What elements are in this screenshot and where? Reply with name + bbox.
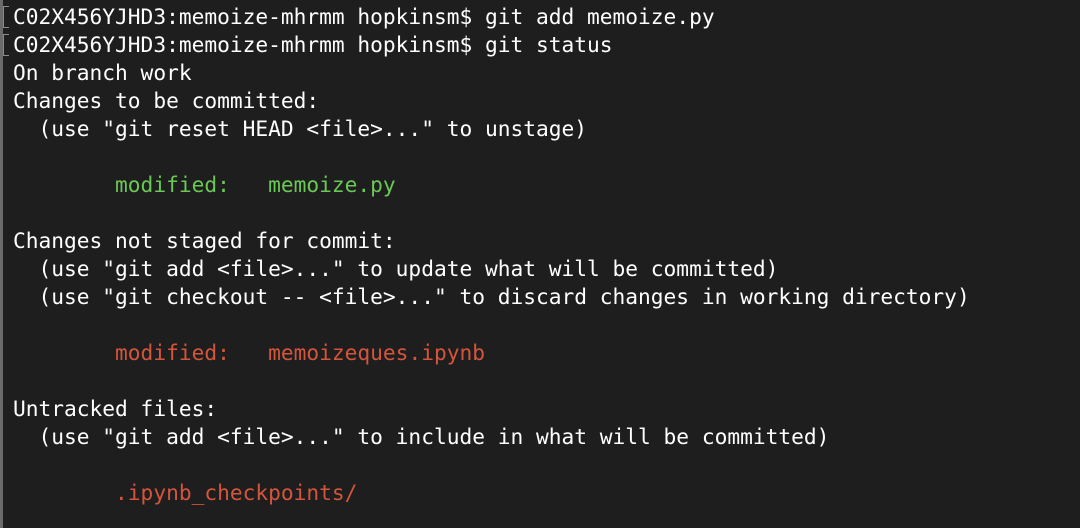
file-name: memoize.py [268, 172, 396, 197]
terminal-window[interactable]: C02X456YJHD3:memoize-mhrmm hopkinsm$ git… [0, 0, 1080, 528]
untracked-file-row: .ipynb_checkpoints/ [13, 480, 358, 505]
command-text: git status [472, 32, 613, 57]
shell-prompt: C02X456YJHD3:memoize-mhrmm hopkinsm$ [13, 32, 473, 57]
file-status: modified: [13, 340, 269, 365]
untracked-header: Untracked files: [13, 396, 218, 421]
shell-prompt: C02X456YJHD3:memoize-mhrmm hopkinsm$ [13, 4, 473, 29]
staged-header: Changes to be committed: [13, 88, 320, 113]
command-mark-icon [3, 34, 9, 56]
file-status: modified: [13, 172, 269, 197]
unstaged-header: Changes not staged for commit: [13, 228, 396, 253]
untracked-hint: (use "git add <file>..." to include in w… [13, 424, 830, 449]
command-line: C02X456YJHD3:memoize-mhrmm hopkinsm$ git… [13, 3, 1080, 31]
command-line: C02X456YJHD3:memoize-mhrmm hopkinsm$ git… [13, 31, 1080, 59]
branch-line: On branch work [13, 60, 192, 85]
command-text: git add memoize.py [472, 4, 715, 29]
staged-hint: (use "git reset HEAD <file>..." to unsta… [13, 116, 588, 141]
unstaged-hint: (use "git add <file>..." to update what … [13, 256, 779, 281]
command-mark-icon [3, 6, 9, 28]
unstaged-file-row: modified: memoizeques.ipynb [13, 339, 1080, 367]
unstaged-hint: (use "git checkout -- <file>..." to disc… [13, 284, 970, 309]
staged-file-row: modified: memoize.py [13, 171, 1080, 199]
file-name: memoizeques.ipynb [268, 340, 485, 365]
